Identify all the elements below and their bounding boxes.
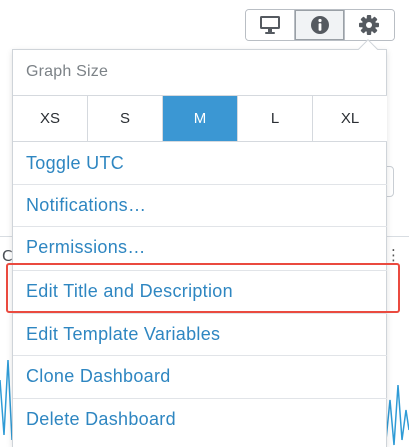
graph-size-heading: Graph Size [26, 63, 109, 80]
info-button[interactable] [295, 10, 345, 40]
menu-item-edit-template-variables[interactable]: Edit Template Variables [13, 313, 387, 355]
background-widget-settings-icon: ⋮ [386, 246, 401, 264]
tv-mode-button[interactable] [246, 10, 296, 40]
menu-item-permissions[interactable]: Permissions… [13, 226, 387, 268]
menu-item-notifications[interactable]: Notifications… [13, 184, 387, 226]
gear-icon [359, 15, 380, 35]
settings-button[interactable] [344, 10, 394, 40]
menu-item-delete-dashboard[interactable]: Delete Dashboard [13, 398, 387, 440]
size-button-l[interactable]: L [238, 96, 313, 141]
menu-item-edit-title-description[interactable]: Edit Title and Description [13, 270, 387, 312]
info-icon [310, 16, 329, 34]
settings-dropdown-menu: Graph Size XS S M L XL Toggle UTC Notifi… [12, 49, 387, 447]
menu-item-clone-dashboard[interactable]: Clone Dashboard [13, 355, 387, 397]
dashboard-toolbar [245, 9, 395, 41]
size-button-s[interactable]: S [88, 96, 163, 141]
background-graph-line-left [0, 359, 13, 441]
size-button-xs[interactable]: XS [13, 96, 88, 141]
size-button-m[interactable]: M [163, 96, 238, 141]
graph-size-selector: XS S M L XL [13, 95, 387, 142]
menu-item-toggle-utc[interactable]: Toggle UTC [13, 142, 387, 184]
monitor-icon [260, 16, 281, 34]
background-widget-title-fragment: C [2, 247, 13, 265]
size-button-xl[interactable]: XL [313, 96, 387, 141]
background-graph-line-right [385, 384, 409, 446]
